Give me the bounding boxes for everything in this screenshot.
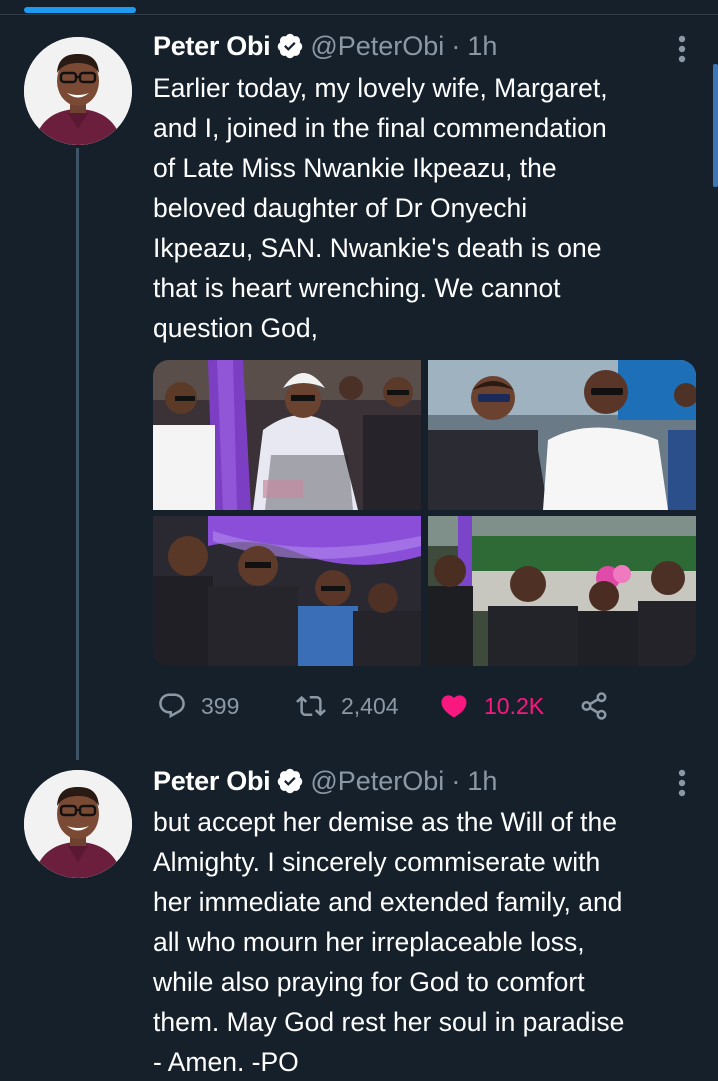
media-grid[interactable]	[153, 360, 696, 666]
verified-icon	[276, 767, 304, 795]
media-photo[interactable]	[153, 360, 421, 510]
retweet-icon	[296, 695, 326, 717]
thread-connector-line	[76, 148, 79, 760]
author-name[interactable]: Peter Obi	[153, 31, 271, 62]
author-handle[interactable]: @PeterObi	[310, 766, 444, 797]
tweet-text: Earlier today, my lovely wife, Margaret,…	[153, 73, 608, 343]
top-divider	[0, 14, 718, 15]
like-count: 10.2K	[484, 692, 545, 719]
reply-count: 399	[201, 692, 240, 719]
retweet-button[interactable]: 2,404	[295, 686, 399, 726]
media-photo[interactable]	[428, 360, 696, 510]
reply-icon	[159, 693, 185, 719]
tweet-header: Peter Obi @PeterObi · 1h	[153, 763, 497, 799]
share-icon	[581, 692, 607, 720]
tab-indicator	[24, 7, 136, 13]
reply-button[interactable]: 399	[157, 686, 239, 726]
like-button[interactable]: 10.2K	[438, 686, 544, 726]
avatar[interactable]	[24, 37, 132, 145]
tweet-text: but accept her demise as the Will of the…	[153, 807, 625, 1077]
separator-dot: ·	[451, 30, 461, 61]
media-photo[interactable]	[153, 516, 421, 666]
tweet-timestamp[interactable]: 1h	[467, 766, 497, 797]
more-icon[interactable]	[678, 769, 686, 797]
more-icon[interactable]	[678, 35, 686, 63]
timeline-screen: Peter Obi @PeterObi · 1h Earlier today, …	[0, 0, 718, 1081]
scrollbar[interactable]	[713, 64, 718, 187]
separator-dot: ·	[451, 765, 461, 796]
share-button[interactable]	[579, 686, 623, 726]
retweet-count: 2,404	[341, 692, 399, 719]
verified-icon	[276, 32, 304, 60]
tweet-timestamp[interactable]: 1h	[467, 31, 497, 62]
tweet-actions: 399 2,404 10.2K	[153, 686, 623, 726]
author-name[interactable]: Peter Obi	[153, 766, 271, 797]
author-handle[interactable]: @PeterObi	[310, 31, 444, 62]
media-photo[interactable]	[428, 516, 696, 666]
like-icon	[441, 695, 467, 718]
avatar[interactable]	[24, 770, 132, 878]
tweet-header: Peter Obi @PeterObi · 1h	[153, 28, 497, 64]
